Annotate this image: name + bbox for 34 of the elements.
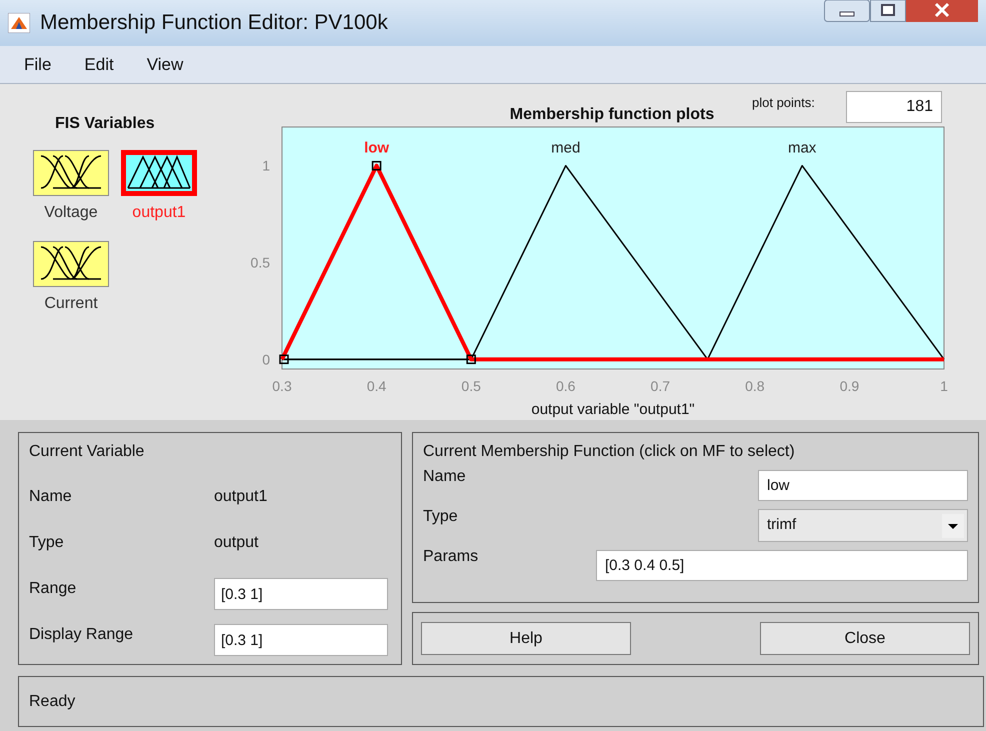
curve-label: max: [788, 140, 816, 157]
status-text: Ready: [29, 692, 76, 712]
panel-title: Current Membership Function (click on MF to select): [423, 442, 796, 462]
field-label: Type: [423, 507, 458, 527]
curve-label: low: [364, 140, 390, 157]
x-tick-label: 0.9: [840, 378, 860, 394]
field-label: Name: [423, 467, 466, 487]
y-tick-label: 0.5: [250, 254, 270, 271]
panel-title: Current Variable: [29, 442, 146, 462]
x-tick-label: 0.8: [745, 378, 765, 394]
x-axis-label: output variable "output1": [531, 401, 695, 418]
x-tick-label: 0.6: [556, 378, 576, 394]
y-tick-label: 1: [262, 158, 270, 174]
section-title: FIS Variables: [55, 114, 155, 134]
x-tick-label: 1: [940, 378, 948, 394]
value-text: output1: [214, 487, 268, 507]
variable-label: output1: [132, 203, 186, 223]
plot-points-label: plot points:: [752, 94, 815, 112]
field-label: Range: [29, 579, 78, 599]
x-tick-label: 0.5: [461, 378, 481, 394]
curve-label: med: [551, 140, 580, 157]
value-text: output: [214, 533, 258, 553]
field-label: Params: [423, 547, 478, 567]
x-tick-label: 0.3: [272, 378, 292, 394]
window-title: Membership Function Editor: PV100k: [40, 10, 388, 36]
field-label: Name: [29, 487, 73, 507]
x-tick-label: 0.7: [650, 378, 670, 394]
y-tick-label: 0: [262, 351, 270, 368]
variable-label: Voltage: [44, 203, 98, 223]
variable-label: Current: [44, 294, 98, 314]
chart-title: Membership function plots: [510, 106, 714, 123]
field-label: Type: [29, 533, 65, 553]
x-tick-label: 0.4: [366, 378, 386, 394]
field-label: Display Range: [29, 625, 134, 645]
